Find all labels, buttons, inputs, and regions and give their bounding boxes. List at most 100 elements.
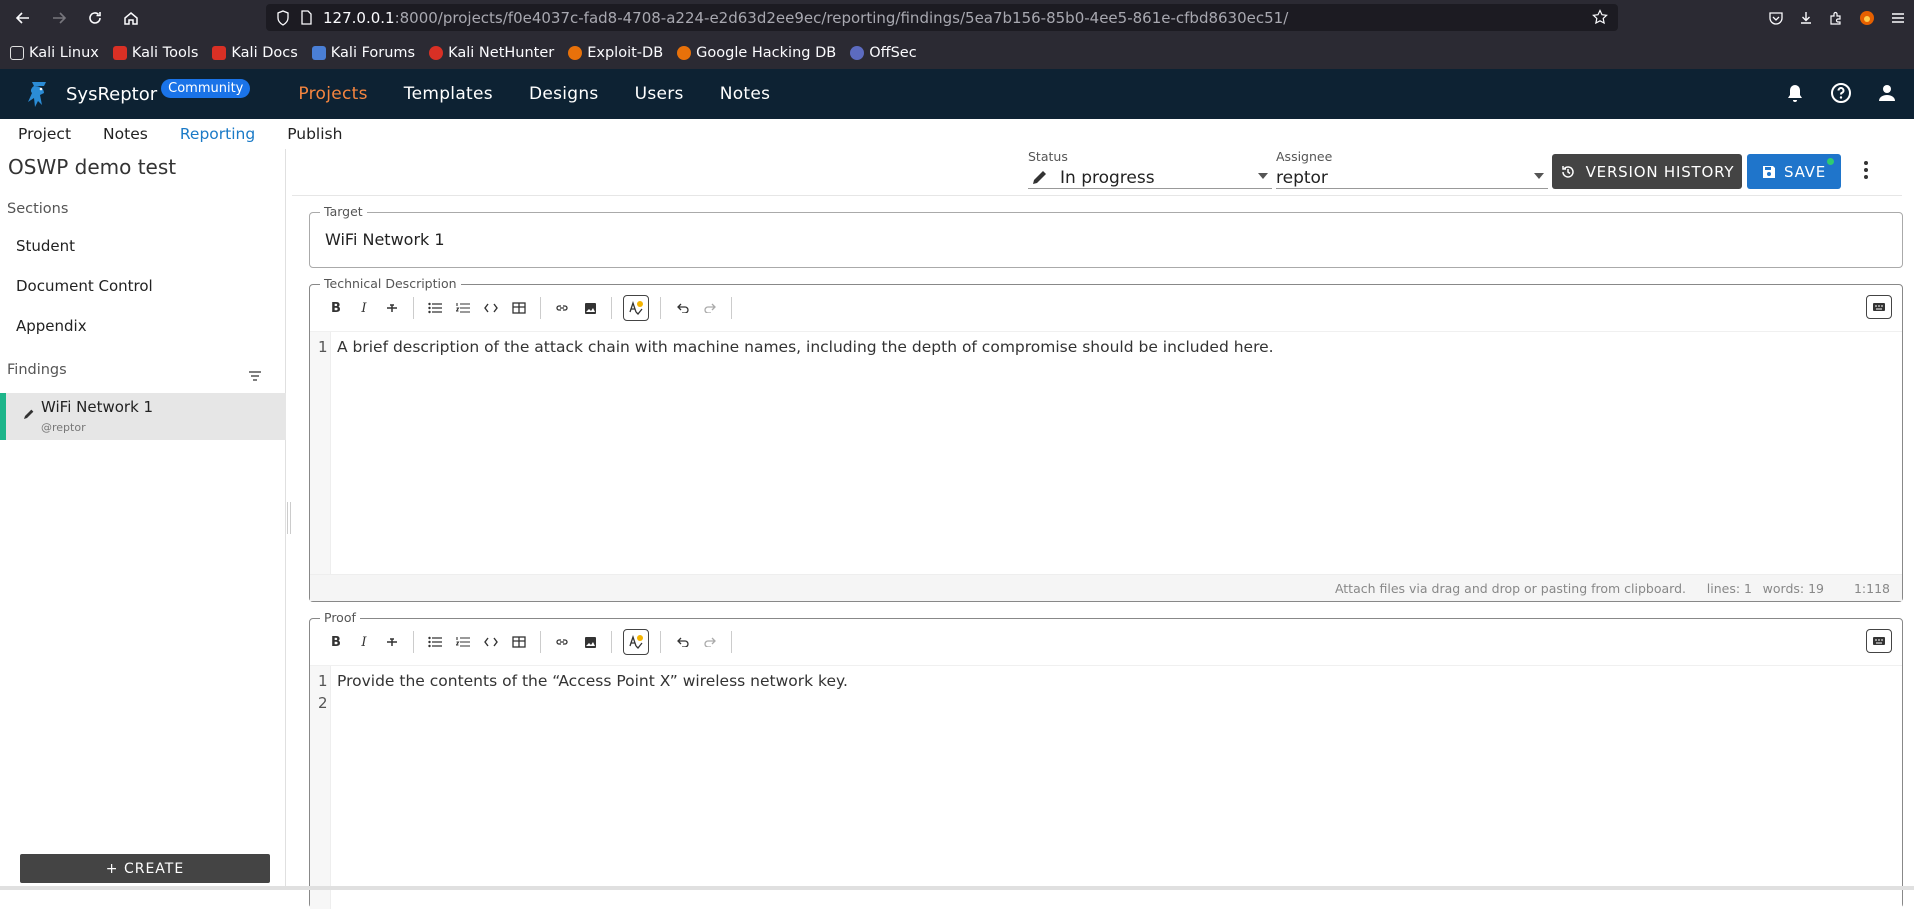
table-button[interactable] <box>505 629 533 655</box>
sort-icon[interactable] <box>248 370 262 382</box>
line-number: 1 <box>318 672 328 690</box>
bookmark-item[interactable]: Kali NetHunter <box>429 45 554 61</box>
address-bar[interactable]: 127.0.0.1:8000/projects/f0e4037c-fad8-47… <box>266 4 1618 31</box>
save-button[interactable]: SAVE <box>1747 154 1841 189</box>
extensions-icon[interactable] <box>1828 10 1844 26</box>
bold-button[interactable]: B <box>322 629 350 655</box>
bullet-list-button[interactable] <box>421 629 449 655</box>
preview-icon <box>1873 637 1885 645</box>
bookmark-item[interactable]: Kali Linux <box>10 45 99 61</box>
preview-toggle[interactable] <box>1866 295 1892 319</box>
spellcheck-toggle[interactable] <box>623 295 649 321</box>
tab-notes[interactable]: Notes <box>103 125 148 143</box>
image-button[interactable] <box>576 629 604 655</box>
italic-button[interactable]: I <box>350 295 378 321</box>
pocket-icon[interactable] <box>1768 10 1784 26</box>
forward-icon[interactable] <box>46 5 72 31</box>
section-item-student[interactable]: Student <box>16 237 75 255</box>
nav-templates[interactable]: Templates <box>386 84 511 104</box>
bookmark-star-icon[interactable] <box>1592 9 1608 25</box>
kali-tools-icon <box>112 45 127 60</box>
assignee-select[interactable]: Assignee reptor <box>1276 149 1548 189</box>
tab-reporting[interactable]: Reporting <box>180 125 255 143</box>
bullet-list-button[interactable] <box>421 295 449 321</box>
finding-item[interactable]: WiFi Network 1 @reptor <box>0 393 286 440</box>
version-history-button[interactable]: VERSION HISTORY <box>1552 154 1742 189</box>
target-value: WiFi Network 1 <box>325 230 445 249</box>
bookmark-item[interactable]: Google Hacking DB <box>677 45 836 61</box>
attach-hint: Attach files via drag and drop or pastin… <box>1334 581 1686 596</box>
tab-publish[interactable]: Publish <box>287 125 342 143</box>
home-icon[interactable] <box>118 5 144 31</box>
more-vert-icon[interactable] <box>1863 160 1869 180</box>
section-item-appendix[interactable]: Appendix <box>16 317 87 335</box>
page-info-icon[interactable] <box>300 10 313 25</box>
bookmark-item[interactable]: Kali Forums <box>311 45 415 61</box>
create-finding-button[interactable]: + CREATE <box>20 854 270 883</box>
toolbar-divider <box>611 297 612 319</box>
preview-icon <box>1873 303 1885 311</box>
app-bar: SysReptor Community Projects Templates D… <box>0 69 1914 119</box>
bell-icon[interactable] <box>1784 82 1806 104</box>
help-icon[interactable] <box>1830 82 1852 104</box>
redo-button[interactable] <box>696 629 724 655</box>
horizontal-scrollbar[interactable] <box>0 886 1914 890</box>
tab-project[interactable]: Project <box>18 125 71 143</box>
target-field[interactable]: Target WiFi Network 1 <box>309 204 1903 268</box>
strikethrough-icon <box>387 304 397 312</box>
account-icon[interactable] <box>1876 82 1898 104</box>
redo-button[interactable] <box>696 295 724 321</box>
appbar-actions <box>1784 82 1898 104</box>
strikethrough-button[interactable] <box>378 629 406 655</box>
nav-notes[interactable]: Notes <box>702 84 789 104</box>
edition-badge: Community <box>161 78 251 98</box>
undo-button[interactable] <box>668 295 696 321</box>
bookmark-item[interactable]: OffSec <box>850 45 917 61</box>
section-item-document-control[interactable]: Document Control <box>16 277 153 295</box>
technical-description-textarea[interactable]: 1 A brief description of the attack chai… <box>310 331 1902 574</box>
nav-designs[interactable]: Designs <box>511 84 617 104</box>
bookmark-item[interactable]: Exploit-DB <box>568 45 663 61</box>
numbered-list-button[interactable] <box>449 295 477 321</box>
sidebar-resize-handle[interactable] <box>287 502 291 534</box>
menu-icon[interactable] <box>1890 10 1906 26</box>
browser-right-tools <box>1768 4 1906 32</box>
code-button[interactable] <box>477 295 505 321</box>
nav-users[interactable]: Users <box>617 84 702 104</box>
profile-fox-icon[interactable] <box>1858 9 1876 27</box>
code-button[interactable] <box>477 629 505 655</box>
preview-toggle[interactable] <box>1866 629 1892 653</box>
link-button[interactable] <box>548 629 576 655</box>
line-number: 2 <box>318 694 328 712</box>
status-label: Status <box>1028 149 1068 164</box>
proof-textarea[interactable]: 1 2 Provide the contents of the “Access … <box>310 665 1902 909</box>
undo-icon <box>676 637 689 647</box>
toolbar-divider <box>540 297 541 319</box>
numbered-list-icon <box>456 303 470 313</box>
bold-button[interactable]: B <box>322 295 350 321</box>
undo-button[interactable] <box>668 629 696 655</box>
save-label: SAVE <box>1783 162 1827 181</box>
line-gutter: 1 <box>310 332 331 574</box>
sections-heading: Sections <box>7 201 69 217</box>
finding-title: WiFi Network 1 <box>41 398 154 416</box>
strikethrough-button[interactable] <box>378 295 406 321</box>
nav-projects[interactable]: Projects <box>280 84 385 104</box>
spellcheck-icon <box>629 634 643 649</box>
reload-icon[interactable] <box>82 5 108 31</box>
status-select[interactable]: Status In progress <box>1028 149 1272 189</box>
app-logo[interactable]: SysReptor Community <box>22 76 251 112</box>
status-value: In progress <box>1060 168 1155 188</box>
bookmark-item[interactable]: Kali Docs <box>212 45 298 61</box>
image-button[interactable] <box>576 295 604 321</box>
table-button[interactable] <box>505 295 533 321</box>
bookmark-item[interactable]: Kali Tools <box>112 45 198 61</box>
shield-icon[interactable] <box>276 9 290 26</box>
spellcheck-toggle[interactable] <box>623 629 649 655</box>
back-icon[interactable] <box>10 5 36 31</box>
downloads-icon[interactable] <box>1798 10 1814 26</box>
italic-button[interactable]: I <box>350 629 378 655</box>
link-button[interactable] <box>548 295 576 321</box>
numbered-list-button[interactable] <box>449 629 477 655</box>
bookmark-label: Kali Linux <box>29 44 99 61</box>
